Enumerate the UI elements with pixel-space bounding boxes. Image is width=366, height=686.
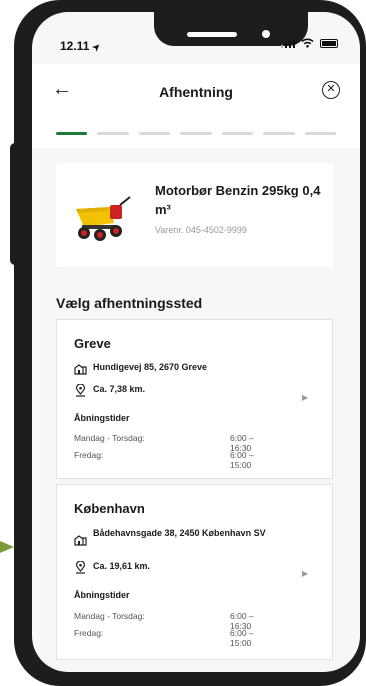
page-header: ← Afhentning ✕	[32, 64, 360, 119]
section-title: Vælg afhentningssted	[56, 295, 203, 311]
notch-speaker	[187, 32, 237, 37]
location-arrow-icon: ➤	[89, 40, 103, 54]
location-address: Bådehavnsgade 38, 2450 København SV	[74, 527, 294, 546]
hours-days: Mandag - Torsdag:	[74, 611, 145, 621]
chevron-right-icon: ▶	[301, 393, 308, 402]
location-address: Hundigevej 85, 2670 Greve	[74, 362, 207, 375]
product-card: Motorbør Benzin 295kg 0,4 m³ Varenr. 045…	[56, 163, 333, 267]
location-card-kobenhavn[interactable]: København Bådehavnsgade 38, 2450 Københa…	[56, 484, 333, 660]
opening-hours-title: Åbningstider	[74, 590, 130, 600]
page-title: Afhentning	[159, 84, 233, 100]
address-text: Bådehavnsgade 38, 2450 København SV	[93, 528, 266, 538]
step-4	[180, 131, 212, 135]
hours-time: 6:00 – 15:00	[230, 628, 254, 648]
opening-hours-title: Åbningstider	[74, 413, 130, 423]
status-icons	[280, 38, 338, 48]
step-7	[304, 131, 336, 135]
building-icon	[74, 535, 87, 546]
wifi-icon	[301, 38, 314, 48]
wheelbarrow-product-image	[76, 196, 131, 241]
status-time: 12.11 ➤	[60, 39, 103, 54]
step-6	[263, 131, 295, 135]
step-5	[221, 131, 254, 135]
step-2	[97, 131, 129, 135]
location-name: København	[74, 501, 145, 516]
product-sku: Varenr. 045-4502-9999	[155, 225, 247, 235]
location-distance: Ca. 7,38 km.	[74, 384, 145, 397]
close-icon[interactable]: ✕	[322, 81, 340, 99]
location-pin-icon	[75, 561, 86, 574]
step-3	[138, 131, 171, 135]
hours-days: Fredag:	[74, 450, 104, 460]
chevron-right-icon: ▶	[301, 569, 308, 578]
product-name: Motorbør Benzin 295kg 0,4 m³	[155, 183, 321, 217]
notch-camera	[262, 30, 270, 38]
location-distance: Ca. 19,61 km.	[74, 561, 150, 574]
pointer-arrow	[0, 541, 14, 553]
location-name: Greve	[74, 336, 111, 351]
address-text: Hundigevej 85, 2670 Greve	[93, 362, 208, 372]
app-screen: 12.11 ➤ ← Afhentning ✕ Motorbør Benzin 2…	[32, 12, 360, 672]
distance-text: Ca. 19,61 km.	[93, 561, 151, 571]
hours-time: 6:00 – 15:00	[230, 450, 254, 470]
building-icon	[74, 364, 87, 375]
hours-days: Mandag - Torsdag:	[74, 433, 145, 443]
distance-text: Ca. 7,38 km.	[93, 384, 146, 394]
location-pin-icon	[75, 384, 86, 397]
step-1	[56, 131, 88, 135]
progress-stepper	[32, 118, 360, 148]
signal-icon	[280, 38, 295, 48]
battery-icon	[320, 38, 338, 48]
hours-days: Fredag:	[74, 628, 104, 638]
location-card-greve[interactable]: Greve Hundigevej 85, 2670 Greve Ca. 7,38…	[56, 319, 333, 479]
